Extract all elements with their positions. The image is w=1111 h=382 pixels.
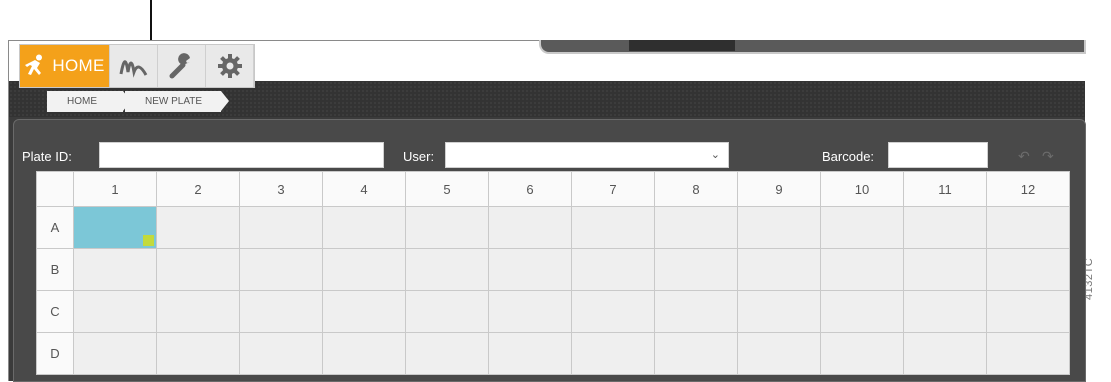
row-header[interactable]: C <box>36 290 74 333</box>
well[interactable] <box>571 332 655 375</box>
well[interactable] <box>239 332 323 375</box>
well[interactable] <box>156 248 240 291</box>
column-header[interactable]: 10 <box>820 171 904 207</box>
column-header[interactable]: 11 <box>903 171 987 207</box>
well[interactable] <box>654 332 738 375</box>
grid-corner <box>36 171 74 207</box>
well[interactable] <box>737 332 821 375</box>
well[interactable] <box>737 206 821 249</box>
breadcrumb-new-plate[interactable]: NEW PLATE <box>125 91 229 112</box>
well[interactable] <box>322 290 406 333</box>
well[interactable] <box>903 332 987 375</box>
well[interactable] <box>488 332 572 375</box>
well[interactable] <box>73 248 157 291</box>
tab-settings[interactable] <box>206 45 254 87</box>
column-header[interactable]: 3 <box>239 171 323 207</box>
column-header[interactable]: 6 <box>488 171 572 207</box>
tab-tools[interactable] <box>158 45 206 87</box>
well[interactable] <box>654 248 738 291</box>
plate-toolbar: Plate ID: User: ⌄ Barcode: ↶ ↷ <box>14 120 1085 176</box>
well[interactable] <box>239 290 323 333</box>
well[interactable] <box>488 290 572 333</box>
well[interactable] <box>156 206 240 249</box>
redo-icon[interactable]: ↷ <box>1042 148 1054 165</box>
undo-icon[interactable]: ↶ <box>1018 148 1030 165</box>
gear-icon <box>217 54 242 78</box>
well[interactable] <box>156 332 240 375</box>
scrollbar-thumb[interactable] <box>629 40 735 51</box>
well[interactable] <box>571 206 655 249</box>
well[interactable] <box>405 248 489 291</box>
well[interactable] <box>239 206 323 249</box>
breadcrumb-home[interactable]: HOME <box>47 91 131 112</box>
row-header[interactable]: B <box>36 248 74 291</box>
well[interactable] <box>986 206 1070 249</box>
column-header[interactable]: 4 <box>322 171 406 207</box>
well[interactable] <box>156 290 240 333</box>
plate-id-input[interactable] <box>99 142 384 168</box>
well[interactable] <box>737 290 821 333</box>
tab-home-label: HOME <box>52 56 105 75</box>
main-tabs: HOME <box>19 44 255 88</box>
running-person-icon <box>25 54 43 75</box>
selection-drag-handle[interactable] <box>143 235 154 246</box>
well[interactable] <box>654 206 738 249</box>
row-header[interactable]: D <box>36 332 74 375</box>
well[interactable] <box>322 206 406 249</box>
well[interactable] <box>737 248 821 291</box>
wrench-icon <box>169 53 190 79</box>
well[interactable] <box>820 332 904 375</box>
well[interactable] <box>986 290 1070 333</box>
well[interactable] <box>239 248 323 291</box>
user-select[interactable]: ⌄ <box>445 142 729 168</box>
well[interactable] <box>73 332 157 375</box>
well[interactable] <box>903 290 987 333</box>
well[interactable] <box>571 248 655 291</box>
waveform-icon <box>119 60 147 78</box>
plate-panel: Plate ID: User: ⌄ Barcode: ↶ ↷ 1 2 3 4 5… <box>13 119 1086 382</box>
well[interactable] <box>820 290 904 333</box>
well[interactable] <box>820 206 904 249</box>
user-label: User: <box>403 149 435 164</box>
tab-home[interactable]: HOME <box>20 45 110 87</box>
chevron-down-icon: ⌄ <box>710 149 720 161</box>
well[interactable] <box>405 206 489 249</box>
well[interactable] <box>73 290 157 333</box>
column-header[interactable]: 8 <box>654 171 738 207</box>
well[interactable] <box>488 248 572 291</box>
breadcrumb: HOME NEW PLATE <box>47 91 229 112</box>
well[interactable] <box>322 248 406 291</box>
tab-analysis[interactable] <box>110 45 158 87</box>
column-header[interactable]: 9 <box>737 171 821 207</box>
column-header[interactable]: 2 <box>156 171 240 207</box>
well[interactable] <box>654 290 738 333</box>
well[interactable] <box>903 248 987 291</box>
well[interactable] <box>571 290 655 333</box>
well[interactable] <box>405 290 489 333</box>
well[interactable] <box>820 248 904 291</box>
barcode-label: Barcode: <box>822 149 875 164</box>
well[interactable] <box>405 332 489 375</box>
well[interactable] <box>986 248 1070 291</box>
column-header[interactable]: 1 <box>73 171 157 207</box>
well[interactable] <box>986 332 1070 375</box>
column-header[interactable]: 7 <box>571 171 655 207</box>
row-header[interactable]: A <box>36 206 74 249</box>
barcode-input[interactable] <box>888 142 988 168</box>
well[interactable] <box>322 332 406 375</box>
well[interactable] <box>903 206 987 249</box>
well-A1[interactable] <box>73 206 157 249</box>
well[interactable] <box>488 206 572 249</box>
app-window: HOME HOME NEW PLATE Plate ID: User: ⌄ Ba… <box>8 40 1086 382</box>
horizontal-scrollbar[interactable] <box>539 40 1086 54</box>
column-header[interactable]: 12 <box>986 171 1070 207</box>
plate-id-label: Plate ID: <box>22 149 72 164</box>
well-plate-grid: 1 2 3 4 5 6 7 8 9 10 11 12 A B C D <box>36 171 1070 375</box>
column-header[interactable]: 5 <box>405 171 489 207</box>
